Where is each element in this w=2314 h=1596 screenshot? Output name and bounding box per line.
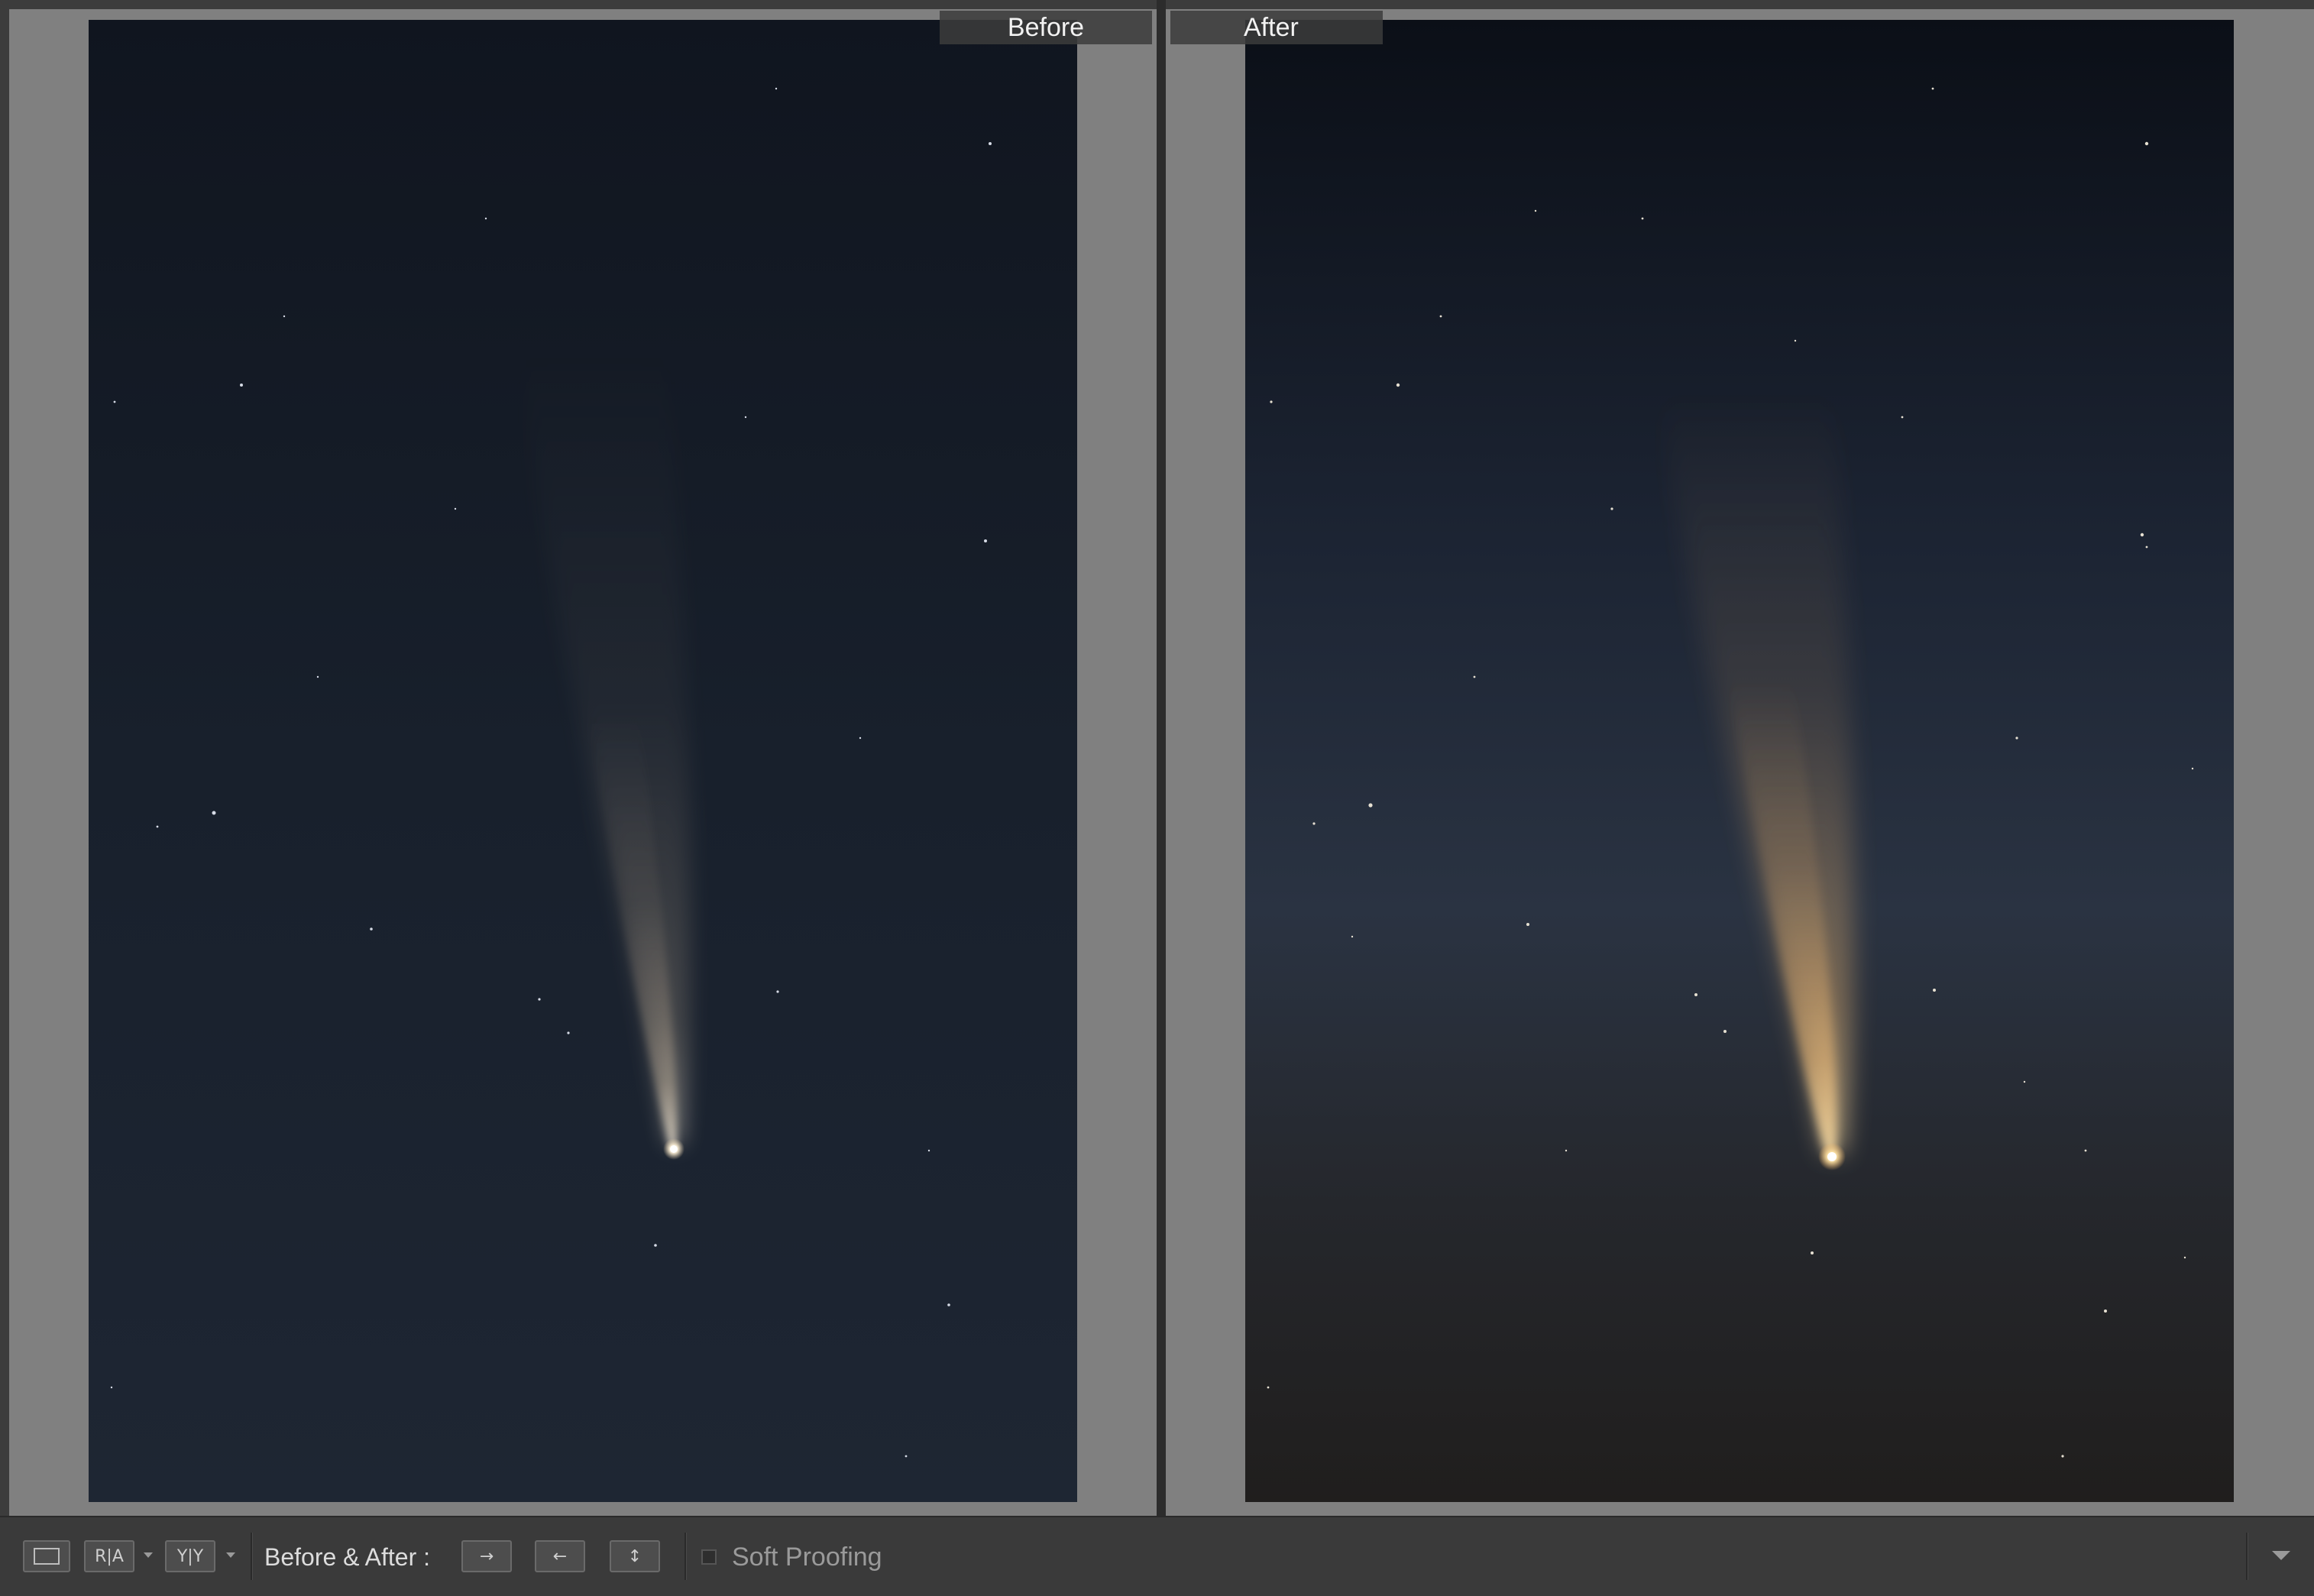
bottom-toolbar: R|A Y|Y Before & After : → ← ↕ Soft Proo…	[0, 1516, 2314, 1596]
view-mode-caret-icon[interactable]	[144, 1552, 153, 1558]
after-comet-image	[1245, 20, 2234, 1502]
soft-proofing-label[interactable]: Soft Proofing	[732, 1540, 882, 1574]
before-photo[interactable]	[89, 20, 1077, 1502]
before-label: Before	[940, 11, 1152, 44]
single-view-icon	[34, 1548, 60, 1565]
after-photo[interactable]	[1245, 20, 2234, 1502]
soft-proofing-checkbox[interactable]	[701, 1549, 717, 1565]
ra-icon: R|A	[95, 1546, 124, 1566]
before-comet-image	[89, 20, 1077, 1502]
toolbar-separator	[251, 1533, 253, 1580]
toolbar-separator	[2246, 1533, 2248, 1580]
arrow-right-icon: →	[479, 1546, 494, 1566]
before-after-split-button[interactable]: Y|Y	[165, 1540, 215, 1572]
lightroom-develop-view: Before After R|A Y|Y Before & After: → …	[0, 0, 2314, 1596]
after-label: After	[1170, 11, 1383, 44]
arrow-left-icon: ←	[552, 1546, 568, 1566]
before-after-label: Before & After :	[264, 1543, 430, 1571]
copy-after-to-before-button[interactable]: ←	[535, 1540, 585, 1572]
swap-vertical-icon: ↕	[627, 1546, 642, 1566]
loupe-view-button[interactable]	[23, 1540, 70, 1572]
after-pane[interactable]: After	[1166, 9, 2314, 1516]
split-mode-caret-icon[interactable]	[226, 1552, 235, 1558]
pane-divider	[1157, 0, 1166, 1516]
copy-before-to-after-button[interactable]: →	[461, 1540, 512, 1572]
chevron-down-icon[interactable]	[2272, 1551, 2290, 1560]
before-after-compare-area: Before After	[0, 0, 2314, 1516]
toolbar-separator	[684, 1533, 687, 1580]
swap-before-after-button[interactable]: ↕	[610, 1540, 660, 1572]
before-pane[interactable]: Before	[9, 9, 1157, 1516]
yy-icon: Y|Y	[176, 1546, 204, 1566]
before-after-left-right-button[interactable]: R|A	[84, 1540, 134, 1572]
